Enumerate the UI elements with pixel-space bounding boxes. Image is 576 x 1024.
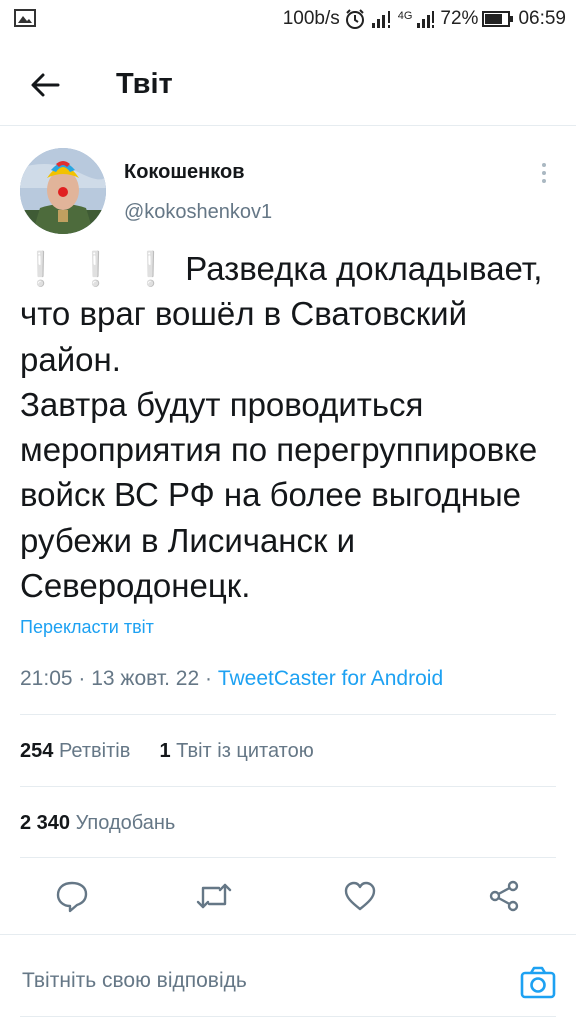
retweets-count: 254: [20, 740, 54, 762]
retweets-label: Ретвітів: [58, 740, 131, 762]
more-options-button[interactable]: [532, 160, 556, 186]
likes-row: 2 340 Уподобань: [20, 812, 175, 835]
back-button[interactable]: [22, 62, 68, 108]
more-dot: [542, 163, 546, 167]
quotes-stat[interactable]: 1 Твіт із цитатою: [159, 740, 313, 762]
stats-row: 254 Ретвітів 1 Твіт із цитатою: [20, 740, 314, 763]
tweet-actions: [0, 862, 576, 932]
tweet-meta: 21:05 · 13 жовт. 22 · TweetCaster for An…: [20, 667, 443, 691]
divider: [20, 786, 556, 787]
retweets-stat[interactable]: 254 Ретвітів: [20, 740, 130, 762]
camera-button[interactable]: [518, 963, 558, 1003]
tweet-client-link[interactable]: TweetCaster for Android: [218, 667, 443, 690]
retweet-icon: [196, 883, 232, 909]
like-icon: [344, 881, 376, 911]
share-button[interactable]: [484, 876, 524, 916]
reply-input[interactable]: [22, 969, 462, 993]
reply-button[interactable]: [52, 876, 92, 916]
camera-icon: [520, 966, 556, 999]
battery-icon: [482, 10, 514, 28]
header: Твіт: [0, 44, 576, 126]
meta-separator: ·: [72, 667, 92, 690]
arrow-left-icon: [31, 73, 60, 97]
tweet-time: 21:05: [20, 667, 73, 690]
alarm-icon: [344, 8, 366, 30]
reply-underline: [20, 1016, 556, 1017]
status-indicators: 100b/s 4G 72% 06:59: [283, 6, 566, 32]
exclamation-emoji: ❕❕❕: [20, 250, 186, 287]
author-name[interactable]: Кокошенков: [124, 161, 245, 184]
reply-icon: [56, 881, 88, 913]
more-dot: [542, 171, 546, 175]
reply-bar: [0, 934, 576, 1024]
more-dot: [542, 179, 546, 183]
signal-icon: [370, 9, 394, 29]
avatar[interactable]: [20, 148, 106, 234]
retweet-button[interactable]: [194, 876, 234, 916]
tweet-body: Разведка докладывает, что враг вошёл в С…: [20, 250, 543, 605]
page-title: Твіт: [116, 68, 173, 100]
share-icon: [489, 880, 519, 912]
quotes-count: 1: [159, 740, 171, 762]
likes-label: Уподобань: [75, 812, 176, 834]
translate-tweet-link[interactable]: Перекласти твіт: [20, 617, 154, 638]
meta-separator: ·: [199, 667, 218, 690]
network-speed: 100b/s: [282, 8, 340, 29]
tweet-text: ❕❕❕Разведка докладывает, что враг вошёл …: [20, 246, 560, 608]
image-icon: [14, 9, 36, 27]
status-bar: 100b/s 4G 72% 06:59: [0, 0, 576, 38]
likes-count: 2 340: [20, 812, 71, 834]
signal-icon: [416, 9, 436, 29]
tweet-date: 13 жовт. 22: [91, 667, 200, 690]
network-type: 4G: [397, 10, 413, 22]
like-button[interactable]: [340, 876, 380, 916]
battery-percent: 72%: [440, 8, 479, 29]
likes-stat[interactable]: 2 340 Уподобань: [20, 812, 175, 834]
divider: [20, 714, 556, 715]
divider: [20, 857, 556, 858]
author-handle[interactable]: @kokoshenkov1: [124, 201, 272, 224]
quotes-label: Твіт із цитатою: [176, 740, 314, 762]
clock: 06:59: [518, 8, 566, 29]
